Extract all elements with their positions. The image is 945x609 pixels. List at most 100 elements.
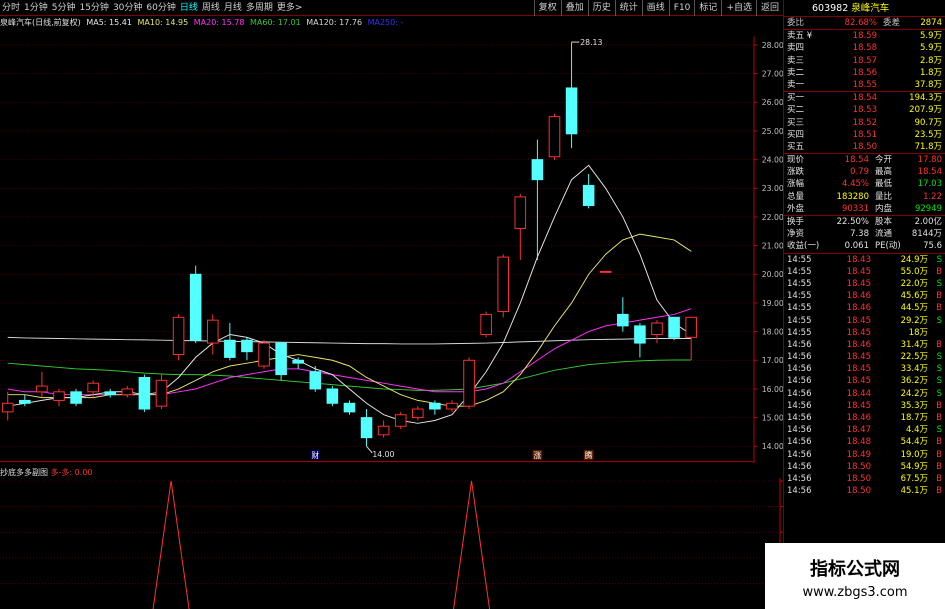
ask-row-label: 卖一 [787, 79, 805, 90]
tick-cell: 54.4万 [900, 437, 928, 448]
low-label: 14.00 [372, 450, 394, 459]
candle-body [548, 116, 561, 158]
toolbar-button-1[interactable]: 叠加 [560, 0, 588, 16]
quote-row-cell: 90331 [841, 203, 869, 214]
period-tab-6[interactable]: 日线 [178, 0, 200, 16]
toolbar-button-6[interactable]: 标记 [694, 0, 721, 16]
tick-cell: 18.46 [846, 413, 871, 423]
tick-row: 14:55 18.45 18万 [784, 327, 945, 339]
ask-row-price: 18.57 [852, 55, 877, 66]
weibi-row: 委比 82.68% 委差 2874 [784, 17, 945, 29]
candle-body [634, 325, 646, 344]
ma10-line [7, 233, 692, 407]
weibi-label: 委比 [787, 18, 805, 28]
ask-row-price: 18.58 [852, 43, 877, 54]
candle-body [685, 316, 697, 338]
quote-row-cell: 92949 [914, 203, 942, 214]
period-tab-7[interactable]: 周线 [200, 0, 222, 16]
event-mark-1: 涨 [534, 450, 542, 460]
candle-body [343, 402, 356, 413]
tick-row: 14:55 18.46 45.6万 B [784, 290, 945, 302]
bid-book: 买一 18.54 194.3万 买二 18.53 207.9万 买三 18.52 90.7万 买四… [784, 92, 945, 153]
toolbar-button-8[interactable]: 返回 [755, 0, 783, 16]
y-tick-label: 26.00 [762, 98, 783, 107]
tick-cell: 14:56 [787, 425, 812, 436]
candle-body [360, 417, 373, 439]
candle-body [668, 316, 680, 338]
period-tab-0[interactable]: 分时 [0, 0, 22, 16]
quote-row-cell: 0.79 [850, 167, 869, 178]
tick-cell: B [936, 413, 942, 423]
stats-row-cell: 收益(一) [787, 241, 820, 252]
tick-cell: 44.5万 [900, 303, 928, 314]
candle-body [412, 408, 424, 419]
period-tab-3[interactable]: 15分钟 [77, 0, 110, 16]
period-tab-9[interactable]: 多周期 [244, 0, 275, 16]
tick-cell: S [936, 376, 942, 387]
tick-cell: B [936, 473, 942, 484]
period-tab-2[interactable]: 5分钟 [50, 0, 78, 16]
toolbar-button-5[interactable]: F10 [668, 0, 695, 16]
ask-row: 卖二 18.56 1.8万 [784, 67, 945, 79]
ask-row: 卖四 18.58 5.9万 [784, 42, 945, 54]
bid-row: 买四 18.51 23.5万 [784, 129, 945, 141]
tick-cell: 24.9万 [900, 254, 928, 265]
candle-body [189, 273, 202, 341]
period-tab-10[interactable]: 更多> [275, 0, 305, 16]
period-tab-4[interactable]: 30分钟 [111, 0, 144, 16]
quote-row-cell: 外盘 [787, 203, 805, 214]
bid-row-price: 18.50 [852, 141, 877, 152]
quote-panel: 603982 泉峰汽车 委比 82.68% 委差 2874 卖五 ¥ 18.59 5… [783, 0, 945, 609]
stats-row-cell: 股本 [875, 217, 893, 227]
quote-row: 总量 183280 量比 1.22 [784, 191, 945, 203]
event-mark-2: 腾 [585, 450, 593, 460]
period-tab-5[interactable]: 60分钟 [144, 0, 177, 16]
weicha-value: 2874 [920, 18, 942, 28]
period-tab-8[interactable]: 月线 [222, 0, 244, 16]
candle-body [531, 159, 544, 181]
tick-cell: 14:56 [787, 486, 812, 497]
period-tab-1[interactable]: 1分钟 [22, 0, 50, 16]
candle-body [446, 402, 458, 410]
tick-cell: 67.5万 [900, 473, 928, 484]
tick-cell: S [936, 352, 942, 363]
tick-cell: 14:55 [787, 266, 812, 277]
y-tick-label: 15.00 [762, 414, 783, 423]
y-tick-label: 14.00 [762, 442, 783, 451]
toolbar-button-0[interactable]: 复权 [533, 0, 561, 16]
candle-body [172, 316, 185, 356]
ask-row-volume: 37.8万 [914, 79, 942, 90]
watermark: 指标公式网 www.zbgs3.com [765, 543, 945, 609]
tick-cell: S [936, 315, 942, 326]
quote-row-cell: 18.54 [917, 167, 942, 178]
tick-cell: 31.4万 [900, 339, 928, 350]
tick-cell: 14:56 [787, 339, 812, 350]
tick-cell: 14:56 [787, 437, 812, 448]
indicator-peak [152, 480, 190, 609]
period-toolbar: 分时 1分钟 5分钟 15分钟 30分钟 60分钟 日线 周线 月线 多周期 更多> 复权 叠加 历史 统计… [0, 0, 783, 16]
tick-cell: 14:56 [787, 449, 812, 460]
stats-row-cell: 7.38 [850, 229, 869, 240]
ma120-line [7, 336, 692, 345]
stats-row: 收益(一) 0.061 PE(动) 75.6 [784, 240, 945, 252]
toolbar-button-3[interactable]: 统计 [614, 0, 642, 16]
tick-cell: 18.45 [846, 376, 871, 387]
tick-row: 14:56 18.50 45.1万 B [784, 485, 945, 497]
toolbar-button-7[interactable]: +自选 [721, 0, 756, 16]
tick-cell: 55.0万 [900, 266, 928, 277]
tick-list[interactable]: 14:55 18.43 24.9万 S 14:55 18.45 55.0万 B 14:55 18.… [784, 254, 945, 498]
toolbar-button-2[interactable]: 历史 [587, 0, 615, 16]
toolbar-button-4[interactable]: 画线 [641, 0, 669, 16]
tick-cell: 18.45 [846, 352, 871, 363]
candlestick-chart[interactable]: 28.00 27.00 26.00 25.00 24.00 23.00 22.00 21.00… [0, 29, 783, 470]
stats-row: 净资 7.38 流通 8144万 [784, 228, 945, 240]
indicator-chart[interactable]: 1.000.800.600.400.20 [0, 478, 810, 609]
candle-body [480, 313, 492, 335]
y-tick-label: 22.00 [762, 213, 783, 222]
ask-row: 卖五 ¥ 18.59 5.9万 [784, 30, 945, 42]
tick-cell: 14:55 [787, 303, 812, 314]
y-tick-label: 18.00 [762, 328, 783, 337]
bid-row: 买三 18.52 90.7万 [784, 117, 945, 129]
stats-row-cell: 22.50% [836, 217, 869, 227]
tick-cell: 45.1万 [900, 486, 928, 497]
